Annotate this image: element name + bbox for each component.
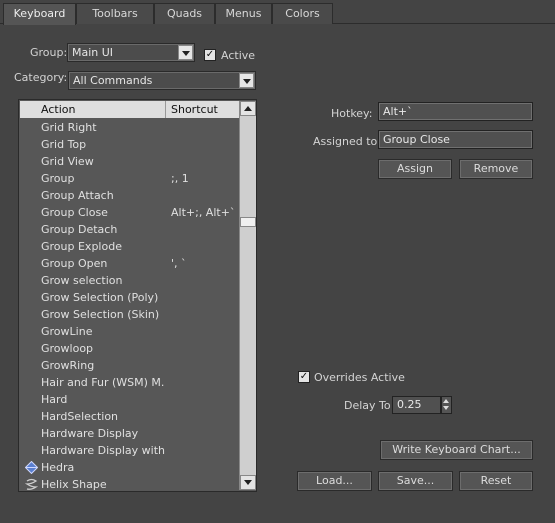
list-item[interactable]: Group ;, 1 — [20, 170, 238, 187]
list-item[interactable]: Helix Shape — [20, 476, 238, 491]
group-value: Main UI — [72, 46, 114, 59]
remove-button[interactable]: Remove — [459, 159, 533, 179]
row-action: Group Attach — [41, 189, 114, 202]
row-action: Group Detach — [41, 223, 118, 236]
hedra-icon — [24, 460, 39, 475]
scroll-down-icon[interactable] — [240, 475, 256, 490]
group-dropdown[interactable]: Main UI — [67, 43, 195, 62]
delay-to-value: 0.25 — [397, 398, 422, 411]
tab-bar: Keyboard Toolbars Quads Menus Colors — [0, 0, 555, 25]
row-action: Group Explode — [41, 240, 122, 253]
tab-menus[interactable]: Menus — [215, 3, 272, 24]
row-action: GrowLine — [41, 325, 93, 338]
active-label: Active — [221, 49, 256, 62]
list-item[interactable]: Hair and Fur (WSM) M... — [20, 374, 238, 391]
list-item[interactable]: Hard — [20, 391, 238, 408]
overrides-active-label: Overrides Active — [314, 371, 405, 384]
save-button[interactable]: Save... — [378, 471, 453, 491]
tab-quads[interactable]: Quads — [154, 3, 215, 24]
assigned-to-field: Group Close — [378, 130, 533, 149]
row-action: Grid View — [41, 155, 94, 168]
row-shortcut: ;, 1 — [171, 172, 189, 185]
overrides-active-checkbox[interactable]: ✓ — [298, 371, 310, 383]
row-action: Grid Top — [41, 138, 87, 151]
list-item[interactable]: Group Close Alt+;, Alt+` — [20, 204, 238, 221]
tab-colors[interactable]: Colors — [272, 3, 333, 24]
row-action: Group Open — [41, 257, 108, 270]
list-item[interactable]: Grow Selection (Poly) — [20, 289, 238, 306]
row-action: Grow Selection (Skin) — [41, 308, 160, 321]
chevron-down-icon[interactable] — [178, 45, 193, 60]
row-action: Hedra — [41, 461, 75, 474]
row-action: Grow selection — [41, 274, 123, 287]
row-action: GrowRing — [41, 359, 95, 372]
row-action: Group Close — [41, 206, 108, 219]
list-item[interactable]: Grow Selection (Skin) — [20, 306, 238, 323]
load-button[interactable]: Load... — [297, 471, 372, 491]
row-action: Hair and Fur (WSM) M... — [41, 376, 165, 389]
row-shortcut: Alt+;, Alt+` — [171, 206, 236, 219]
write-keyboard-chart-button[interactable]: Write Keyboard Chart... — [380, 440, 533, 460]
delay-spinner-icon[interactable] — [441, 396, 452, 414]
assigned-to-value: Group Close — [383, 133, 450, 146]
list-item[interactable]: Group Detach — [20, 221, 238, 238]
hotkey-value: Alt+` — [383, 105, 413, 118]
row-action: Grid Right — [41, 121, 97, 134]
list-item[interactable]: Group Explode — [20, 238, 238, 255]
list-item[interactable]: Group Attach — [20, 187, 238, 204]
list-item[interactable]: Growloop — [20, 340, 238, 357]
helix-icon — [24, 478, 39, 491]
row-action: Helix Shape — [41, 478, 107, 491]
list-item[interactable]: Grow selection — [20, 272, 238, 289]
assigned-to-label: Assigned to: — [313, 135, 381, 148]
delay-to-label: Delay To — [344, 399, 391, 412]
tab-keyboard[interactable]: Keyboard — [3, 3, 76, 25]
row-action: Hardware Display — [41, 427, 139, 440]
list-item[interactable]: HardSelection — [20, 408, 238, 425]
list-item[interactable]: Hardware Display with... — [20, 442, 238, 459]
delay-to-field[interactable]: 0.25 — [392, 396, 441, 414]
list-rows: Grid Right Grid Top Grid View Group;, 1 Grou… — [20, 119, 238, 491]
list-item[interactable]: Group Open ', ` — [20, 255, 238, 272]
row-action: Group — [41, 172, 75, 185]
list-item[interactable]: GrowRing — [20, 357, 238, 374]
list-item[interactable]: Grid Right — [20, 119, 238, 136]
hotkey-label: Hotkey: — [331, 107, 373, 120]
reset-button[interactable]: Reset — [459, 471, 533, 491]
row-shortcut: ', ` — [171, 257, 187, 270]
group-label: Group: — [30, 46, 68, 59]
active-checkbox[interactable]: ✓ — [204, 49, 216, 61]
list-item[interactable]: Hardware Display — [20, 425, 238, 442]
list-item[interactable]: Grid Top — [20, 136, 238, 153]
category-value: All Commands — [73, 74, 153, 87]
category-dropdown[interactable]: All Commands — [68, 71, 256, 90]
list-scrollbar[interactable] — [239, 101, 256, 490]
list-item[interactable]: GrowLine — [20, 323, 238, 340]
action-list[interactable]: Action Shortcut Grid Right Grid Top Grid V… — [18, 99, 257, 492]
list-item[interactable]: Grid View — [20, 153, 238, 170]
category-label: Category: — [14, 71, 68, 84]
hotkey-field[interactable]: Alt+` — [378, 102, 533, 121]
column-header-action[interactable]: Action — [20, 101, 166, 118]
scroll-up-icon[interactable] — [240, 101, 256, 116]
assign-button[interactable]: Assign — [378, 159, 452, 179]
list-item[interactable]: Hedra — [20, 459, 238, 476]
chevron-down-icon[interactable] — [239, 73, 254, 88]
row-action: Growloop — [41, 342, 94, 355]
column-header-shortcut[interactable]: Shortcut — [167, 101, 239, 118]
row-action: HardSelection — [41, 410, 119, 423]
list-header: Action Shortcut — [20, 101, 239, 118]
tab-toolbars[interactable]: Toolbars — [76, 3, 154, 24]
scroll-thumb[interactable] — [240, 217, 256, 227]
row-action: Hard — [41, 393, 68, 406]
row-action: Grow Selection (Poly) — [41, 291, 159, 304]
row-action: Hardware Display with... — [41, 444, 165, 457]
